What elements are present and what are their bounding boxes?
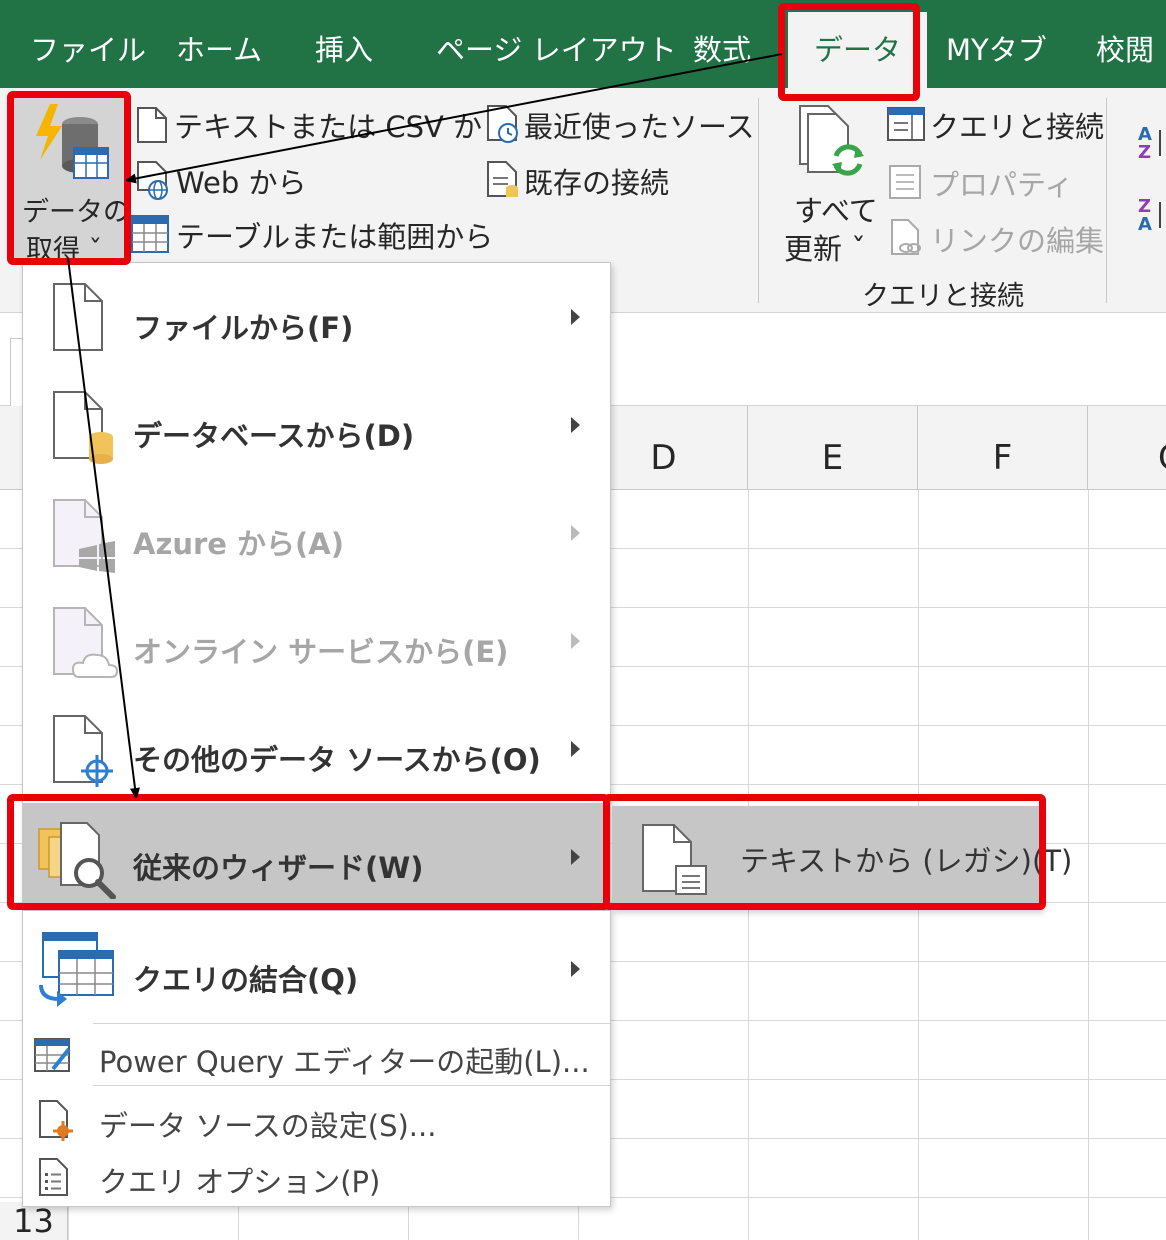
menu-separator [93,1085,610,1086]
menu-item-from-database-label: データベースから(D) [133,419,415,453]
web-globe-icon [137,161,168,200]
tab-home[interactable]: ホーム [176,0,262,88]
group-separator [758,98,759,303]
menu-item-query-options[interactable]: クエリ オプション(P) [23,1149,610,1205]
data-source-settings-icon [39,1100,73,1141]
from-web-button[interactable]: Web から [134,158,334,202]
properties-label: プロパティ [930,168,1074,202]
name-box-edge[interactable] [10,338,22,408]
submenu-arrow-icon [571,417,580,433]
recent-sources-button[interactable]: 最近使ったソース [484,102,755,146]
submenu-arrow-icon [571,849,580,865]
menu-item-legacy-wizards-label: 従来のウィザード(W) [133,851,424,885]
refresh-label-line2: 更新 ˇ [784,232,866,266]
menu-item-legacy-wizards[interactable]: 従来のウィザード(W) [23,803,610,911]
edit-links-label: リンクの編集 [930,224,1105,258]
group-separator [1106,98,1107,303]
submenu-arrow-icon [571,525,580,541]
tab-formulas[interactable]: 数式 [693,0,751,88]
tab-data[interactable]: データ [788,12,928,98]
svg-text:A: A [1138,214,1152,234]
edit-links-icon [891,219,921,255]
refresh-label-line1: すべて [794,194,878,228]
existing-connections-icon [487,161,518,197]
properties-icon [889,165,921,199]
submenu-arrow-icon [571,309,580,325]
text-legacy-icon [642,824,707,895]
menu-item-from-file[interactable]: ファイルから(F) [23,263,610,371]
from-text-csv-label: テキストまたは CSV から [174,110,512,144]
tab-file[interactable]: ファイル [30,0,146,88]
column-header-e[interactable]: E [748,406,918,490]
file-icon [53,283,103,351]
svg-text:Z: Z [1138,142,1151,162]
edit-links-button: リンクの編集 [886,216,1104,260]
menu-item-data-source-settings[interactable]: データ ソースの設定(S)... [23,1089,610,1149]
from-table-range-button[interactable]: テーブルまたは範囲から [130,212,493,256]
tab-mytab[interactable]: MYタブ [946,0,1047,88]
menu-item-from-database[interactable]: データベースから(D) [23,371,610,479]
column-header-f[interactable]: F [918,406,1088,490]
menu-item-from-online-services: オンライン サービスから(E) [23,587,610,695]
row-header-13[interactable]: 13 [0,1202,68,1240]
get-data-icon [36,104,109,179]
cloud-icon [53,607,119,678]
recent-sources-icon [487,105,518,143]
other-sources-icon [53,715,113,787]
menu-separator [93,1023,610,1024]
submenu-arrow-icon [571,633,580,649]
table-icon [131,215,169,253]
recent-sources-label: 最近使ったソース [524,110,755,144]
menu-item-from-other-label: その他のデータ ソースから(O) [133,743,541,777]
queries-connections-label: クエリと接続 [930,110,1105,144]
tab-review[interactable]: 校閲 [1096,0,1154,88]
database-icon [53,391,113,464]
menu-item-data-source-settings-label: データ ソースの設定(S)... [99,1109,437,1143]
legacy-wizard-icon [38,822,116,899]
text-file-icon [137,107,167,143]
tab-insert[interactable]: 挿入 [315,0,373,88]
submenu-item-from-text-legacy-label: テキストから (レガシ)(T) [740,844,1073,878]
menu-item-from-online-label: オンライン サービスから(E) [133,635,509,669]
submenu-arrow-icon [571,961,580,977]
get-data-dropdown-menu: ファイルから(F) データベースから(D) Azure から(A) オンライン … [22,262,611,1207]
refresh-all-button[interactable]: すべて 更新 ˇ [780,102,880,266]
sort-descending-icon[interactable]: Z A [1136,194,1166,234]
existing-connections-label: 既存の接続 [524,166,670,200]
from-text-csv-button[interactable]: テキストまたは CSV から [134,102,511,146]
menu-item-from-azure: Azure から(A) [23,479,610,587]
submenu-arrow-icon [571,741,580,757]
properties-button: プロパティ [886,160,1086,204]
power-query-editor-icon [34,1038,71,1072]
menu-item-launch-power-query[interactable]: Power Query エディターの起動(L)... [23,1025,610,1085]
menu-item-combine-queries[interactable]: クエリの結合(Q) [23,915,610,1019]
from-table-range-label: テーブルまたは範囲から [176,220,494,254]
queries-connections-button[interactable]: クエリと接続 [886,102,1104,146]
existing-connections-button[interactable]: 既存の接続 [484,158,684,202]
azure-icon [53,499,115,573]
get-data-button[interactable]: データの 取得 ˇ [14,96,130,266]
ribbon-tab-bar: ファイル ホーム 挿入 ページ レイアウト 数式 データ MYタブ 校閲 [0,0,1166,98]
menu-item-from-file-label: ファイルから(F) [133,311,354,345]
submenu-item-from-text-legacy[interactable]: テキストから (レガシ)(T) [612,806,1072,910]
tab-page-layout[interactable]: ページ レイアウト [436,0,677,88]
get-data-label-line1: データの [22,197,130,228]
combine-queries-icon [39,932,114,1007]
refresh-icon [799,105,864,176]
menu-item-from-other-sources[interactable]: その他のデータ ソースから(O) [23,695,610,803]
queries-connections-icon [887,107,925,141]
menu-item-query-options-label: クエリ オプション(P) [99,1165,381,1199]
group-label-queries-connections: クエリと接続 [862,281,1024,312]
query-options-icon [39,1158,68,1196]
column-header-g[interactable]: G [1088,406,1166,490]
menu-item-from-azure-label: Azure から(A) [133,527,344,561]
menu-item-combine-queries-label: クエリの結合(Q) [133,963,359,997]
legacy-wizards-submenu: テキストから (レガシ)(T) [612,806,1072,910]
from-web-label: Web から [176,166,307,200]
sort-ascending-icon[interactable]: A Z [1136,122,1166,162]
menu-item-launch-power-query-label: Power Query エディターの起動(L)... [99,1045,590,1079]
